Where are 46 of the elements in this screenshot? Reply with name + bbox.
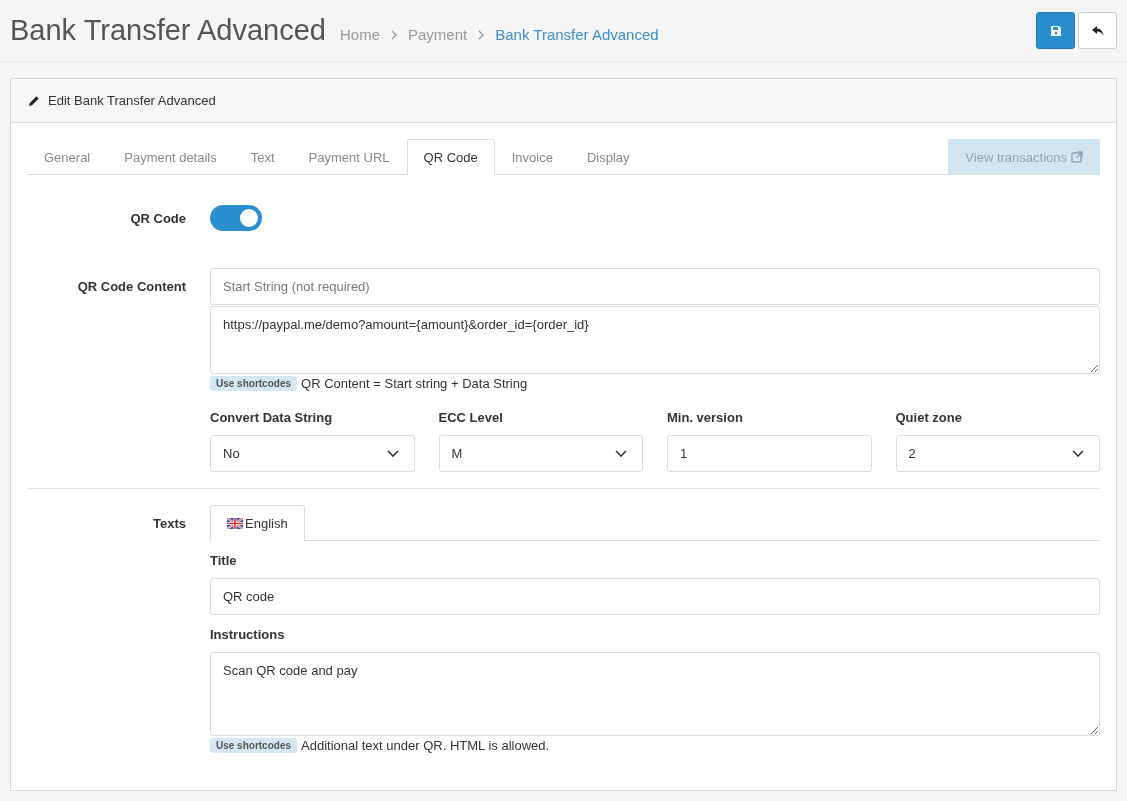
shortcodes-badge: Use shortcodes [210,738,298,753]
field-label: QR Code Content [76,278,187,296]
input-field[interactable]: QR code [210,578,1100,615]
page-title: Bank Transfer Advanced [10,14,326,47]
textarea-field[interactable]: Scan QR code and pay [210,652,1100,736]
field-label: ECC Level [438,410,504,425]
field-label: Quiet zone [895,410,963,425]
field-label: Title [210,553,238,568]
tab[interactable]: Invoice [494,139,570,175]
field-label: Texts [152,515,187,533]
breadcrumb-link[interactable]: Payment [408,26,468,43]
field-label: Min. version [667,410,744,425]
toggle-switch[interactable] [210,205,262,231]
breadcrumb-link[interactable]: Home [340,26,380,43]
breadcrumb-link[interactable]: Bank Transfer Advanced [495,26,659,43]
field-label: QR Code [129,210,187,226]
panel-heading: Edit Bank Transfer Advanced [48,93,216,108]
chevron-down-icon [615,450,627,457]
help-text: Additional text under QR. HTML is allowed. [301,738,550,753]
help-text: QR Content = Start string + Data String [301,376,528,391]
tab[interactable]: QR Code [406,139,495,175]
reply-arrow-icon [1090,24,1105,37]
tab[interactable]: Text [233,139,292,175]
chevron-down-icon [386,450,399,457]
select-field[interactable]: M [438,435,643,472]
tab[interactable]: General [27,139,108,175]
back-button[interactable] [1078,12,1117,49]
select-field[interactable]: 2 [895,435,1100,472]
field-label: Convert Data String [210,410,334,425]
chevron-down-icon [1072,450,1084,457]
textarea-field[interactable]: https://paypal.me/demo?amount={amount}&order_id={order_id} [210,306,1100,374]
flag-icon [227,518,243,529]
chevron-right-icon [477,29,486,40]
shortcodes-badge: Use shortcodes [210,376,298,391]
select-field[interactable]: No [210,435,415,472]
tab[interactable]: Payment URL [291,139,407,175]
input-field[interactable]: Start String (not required) [210,268,1100,305]
field-label: Instructions [210,627,286,642]
pencil-icon [28,94,40,107]
input-field[interactable]: 1 [667,435,872,472]
language-tab[interactable]: English [210,505,305,541]
tab[interactable]: Display [569,139,647,175]
tab[interactable]: Payment details [107,139,234,175]
external-link-icon [1071,151,1083,163]
save-button[interactable] [1036,12,1075,49]
chevron-right-icon [390,29,398,40]
